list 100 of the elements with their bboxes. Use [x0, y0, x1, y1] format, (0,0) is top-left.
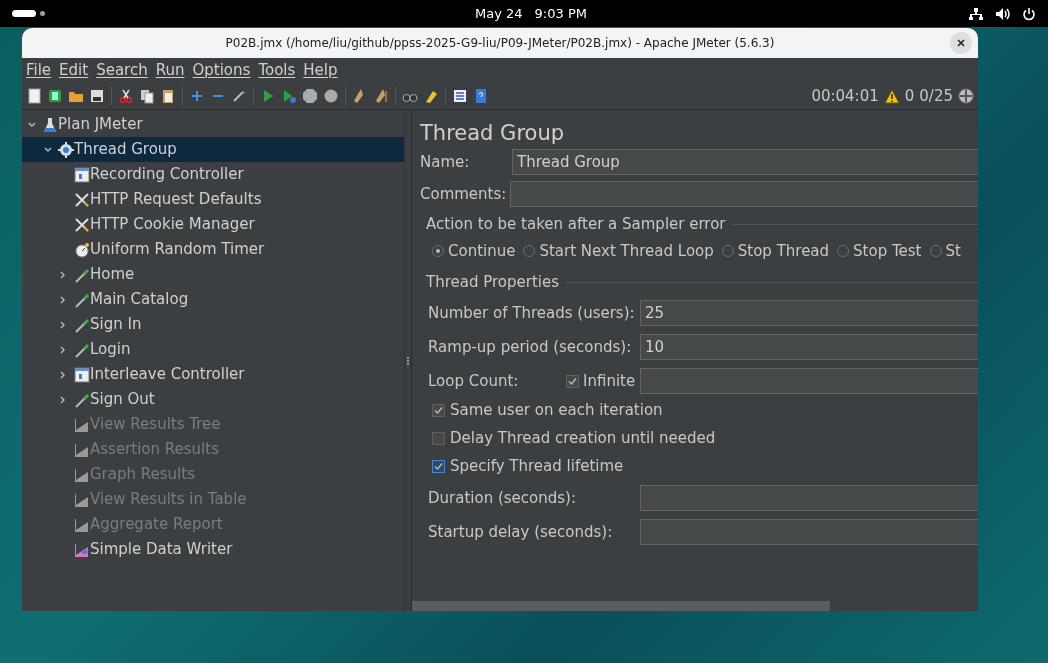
- wand-icon[interactable]: [231, 88, 247, 104]
- field-label: Name:: [420, 151, 471, 173]
- pipette-icon: [74, 391, 90, 408]
- volume-icon[interactable]: [995, 6, 1010, 21]
- menu-item[interactable]: Help: [303, 59, 338, 82]
- warning-icon[interactable]: [883, 88, 900, 104]
- tree-item[interactable]: HTTP Request Defaults: [22, 187, 404, 212]
- checkbox-option[interactable]: Delay Thread creation until needed: [428, 424, 716, 452]
- bar-chart-icon: [74, 466, 90, 483]
- menu-item[interactable]: Run: [155, 59, 185, 82]
- radio-option[interactable]: Stop Test: [837, 239, 922, 263]
- paste-icon[interactable]: [160, 88, 176, 104]
- shutdown-icon[interactable]: [323, 88, 339, 104]
- group-legend: Thread Properties: [420, 270, 566, 294]
- checkbox-option[interactable]: Specify Thread lifetime: [428, 452, 624, 480]
- input-field[interactable]: 25: [640, 300, 978, 326]
- infinite-option[interactable]: Infinite: [566, 369, 638, 393]
- crossed-tools-icon: [74, 216, 90, 233]
- tree-item[interactable]: Plan JMeter: [22, 112, 404, 137]
- field-label: Loop Count:: [428, 370, 520, 392]
- stopwatch-icon: [74, 241, 90, 258]
- elapsed-time: 00:04:01: [811, 85, 879, 107]
- tree-item[interactable]: Login: [22, 337, 404, 362]
- tree-item[interactable]: Uniform Random Timer: [22, 237, 404, 262]
- menu-item[interactable]: Search: [96, 59, 148, 82]
- bar-chart-icon: [74, 516, 90, 533]
- tree-item[interactable]: Main Catalog: [22, 287, 404, 312]
- gear-icon: [58, 141, 74, 158]
- checkbox[interactable]: [432, 403, 445, 417]
- pipette-icon: [74, 341, 90, 358]
- checkbox[interactable]: [432, 431, 445, 445]
- power-icon[interactable]: [1022, 6, 1036, 21]
- remote-status-icon[interactable]: [958, 88, 974, 104]
- pipette-icon: [74, 266, 90, 283]
- tree-item[interactable]: HTTP Cookie Manager: [22, 212, 404, 237]
- new-file-icon[interactable]: [26, 88, 42, 104]
- radio-button[interactable]: [721, 245, 734, 257]
- radio-button[interactable]: [837, 245, 850, 257]
- radio-option[interactable]: Continue: [432, 239, 516, 263]
- plus-icon[interactable]: [189, 88, 205, 104]
- broom-all-icon[interactable]: [373, 88, 389, 104]
- tree-item[interactable]: Thread Group: [22, 137, 404, 162]
- stop-icon[interactable]: [302, 88, 318, 104]
- menu-item[interactable]: Tools: [258, 59, 296, 82]
- pipette-icon: [74, 316, 90, 333]
- warning-count: 0: [904, 85, 915, 107]
- menu-item[interactable]: Options: [192, 59, 251, 82]
- field-label: Number of Threads (users):: [428, 302, 636, 324]
- checkbox-option[interactable]: Same user on each iteration: [428, 396, 663, 424]
- tree-item[interactable]: Home: [22, 262, 404, 287]
- close-button[interactable]: [950, 32, 972, 54]
- tree-item[interactable]: Sign Out: [22, 387, 404, 412]
- save-icon[interactable]: [89, 88, 105, 104]
- tree-item[interactable]: Simple Data Writer: [22, 537, 404, 562]
- copy-icon[interactable]: [139, 88, 155, 104]
- flask-icon: [42, 116, 58, 133]
- close-icon: [957, 39, 965, 47]
- crossed-tools-icon: [74, 191, 90, 208]
- tree-item[interactable]: Recording Controller: [22, 162, 404, 187]
- input-field[interactable]: Thread Group: [512, 149, 978, 175]
- date-text[interactable]: May 24: [475, 3, 523, 24]
- play-no-pause-icon[interactable]: [281, 88, 297, 104]
- checkbox[interactable]: [432, 459, 445, 473]
- bar-chart-icon: [74, 441, 90, 458]
- thread-count: 0/25: [919, 85, 953, 107]
- bar-chart-icon: [74, 491, 90, 508]
- template-icon[interactable]: [47, 88, 63, 104]
- window-icon: [74, 166, 90, 183]
- panel-title: Thread Group: [420, 120, 566, 147]
- list-icon[interactable]: [452, 88, 468, 104]
- pipette-icon: [74, 291, 90, 308]
- input-field[interactable]: 10: [640, 334, 978, 360]
- radio-button[interactable]: [432, 245, 444, 257]
- bar-chart-icon: [74, 416, 90, 433]
- field-label: Ramp-up period (seconds):: [428, 336, 633, 358]
- window-title: P02B.jmx (/home/liu/github/ppss-2025-G9-liu/P09-JMeter/P02B.jmx) - Apache JMeter (5.6.3): [225, 35, 775, 52]
- tree-item[interactable]: Interleave Controller: [22, 362, 404, 387]
- group-legend: Action to be taken after a Sampler error: [420, 212, 732, 236]
- menu-item[interactable]: File: [26, 59, 52, 82]
- splitter-handle[interactable]: [404, 110, 411, 611]
- activities-indicator[interactable]: [12, 10, 45, 17]
- scrollbar-thumb[interactable]: [412, 601, 830, 611]
- clear-search-icon[interactable]: [423, 88, 439, 104]
- checkbox[interactable]: [566, 374, 579, 388]
- field-label: Startup delay (seconds):: [428, 521, 614, 543]
- field-label: Comments:: [420, 183, 508, 205]
- network-icon[interactable]: [969, 6, 983, 21]
- window-icon: [74, 366, 90, 383]
- radio-option[interactable]: Stop Thread: [721, 239, 830, 263]
- bar-chart-icon: [74, 541, 90, 558]
- radio-button[interactable]: [523, 245, 536, 257]
- input-field[interactable]: [510, 181, 978, 207]
- clock-text[interactable]: 9:03 PM: [534, 3, 587, 24]
- radio-option[interactable]: St: [929, 239, 961, 263]
- menu-item[interactable]: Edit: [59, 59, 89, 82]
- radio-option[interactable]: Start Next Thread Loop: [523, 239, 714, 263]
- scissors-icon[interactable]: [118, 88, 134, 104]
- help-icon[interactable]: [473, 88, 489, 104]
- tree-item[interactable]: Sign In: [22, 312, 404, 337]
- radio-button[interactable]: [929, 245, 942, 257]
